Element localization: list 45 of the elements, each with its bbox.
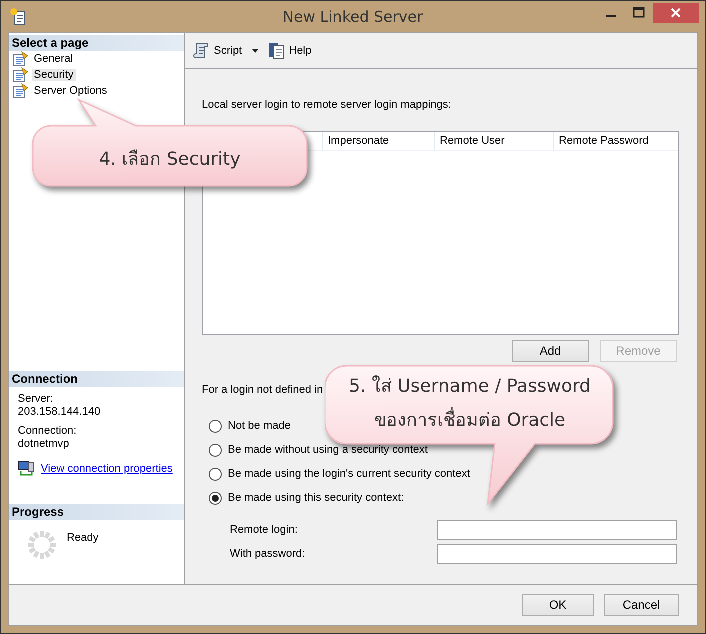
script-button[interactable]: Script [191,40,244,62]
text-field[interactable] [437,520,677,540]
spinner-icon [27,530,57,560]
scroll-icon [193,42,211,60]
column-header: Remote User [435,132,554,150]
network-icon [18,461,36,477]
callout-text: 4. เลือก Security [99,148,241,172]
properties-link[interactable]: View connection properties [41,463,173,475]
page-icon [13,51,29,67]
radio-button[interactable] [209,420,222,432]
field-label: Remote login: [230,524,299,536]
section-header: Select a page [9,35,184,51]
radio-button[interactable] [209,468,222,480]
option-label: Not be made [228,420,291,432]
text-field[interactable] [437,544,677,564]
sidebar-item[interactable]: General [32,53,76,65]
field-value: dotnetmvp [18,438,70,451]
mappings-label: Local server login to remote server login mappings: [202,99,452,111]
add-button[interactable]: Add [512,340,589,362]
field-label: Server: [18,393,54,406]
sidebar-item[interactable]: Security [32,69,76,81]
column-header: Impersonate [323,132,435,150]
field-label: With password: [230,548,306,560]
help-button[interactable]: Help [266,40,314,62]
callout-text: 5. ใส่ Username / Password ของการเชื่อมต่อ Oracle [349,374,591,433]
option-label: Be made without using a security context [228,444,428,456]
help-icon [268,42,286,60]
column-header: Remote Password [558,134,650,149]
close-icon[interactable] [653,3,699,23]
option-label: Be made using the login's current security context [228,468,470,480]
ok-button[interactable]: OK [522,594,594,616]
section-header: Connection [9,371,184,387]
page-icon [13,83,29,99]
status-text: Ready [67,532,99,544]
cancel-button[interactable]: Cancel [604,594,679,616]
sidebar-item[interactable]: Server Options [32,85,110,97]
page-icon [13,67,29,83]
field-value: 203.158.144.140 [18,406,102,419]
fallback-label: For a login not defined in [202,384,324,396]
window-title: New Linked Server [282,8,424,26]
section-header: Progress [9,504,184,520]
radio-button[interactable] [209,444,222,456]
radio-button[interactable] [209,492,222,504]
option-label: Be made using this security context: [228,492,404,504]
field-label: Connection: [18,425,78,438]
